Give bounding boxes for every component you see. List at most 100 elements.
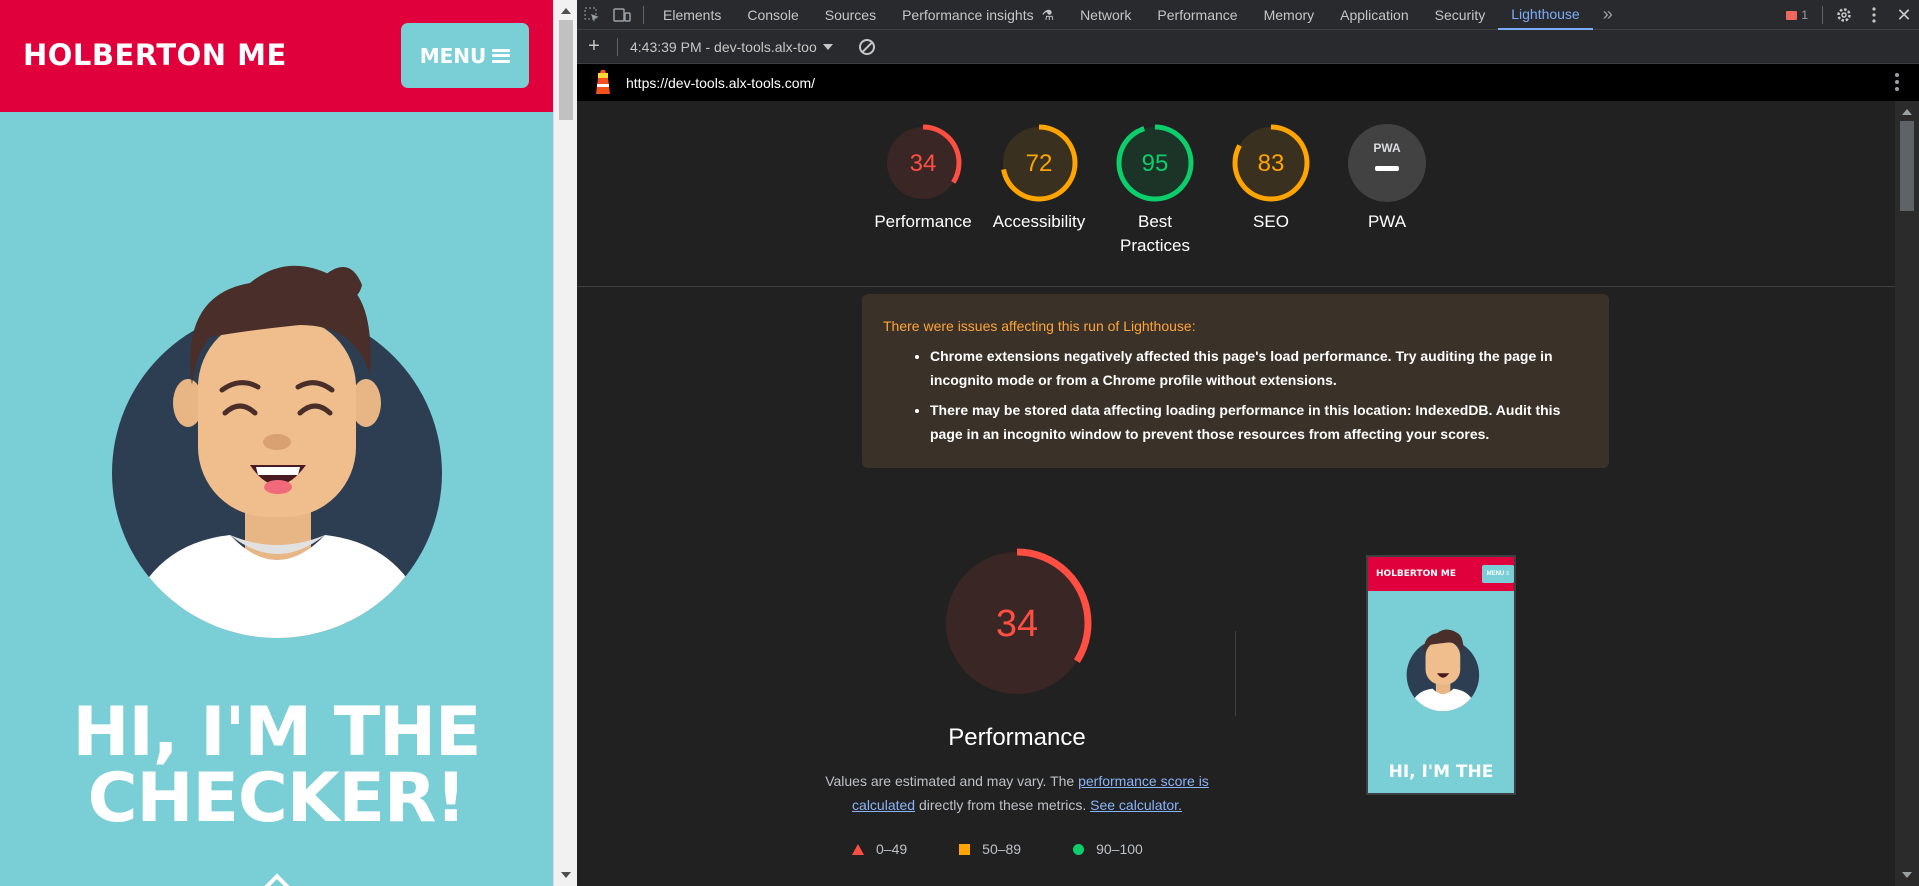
score-gauges: 34 Performance 72 Accessibility 95 Best …: [577, 101, 1895, 287]
report-url-bar: https://dev-tools.alx-tools.com/: [577, 64, 1919, 101]
toolbar-separator: [617, 37, 618, 56]
site-preview: HOLBERTON ME MENU HI, I'M THE CHECKER!: [0, 0, 553, 886]
gauge-performance[interactable]: 34 Performance: [863, 124, 983, 234]
legend-average: 50–89: [959, 841, 1021, 857]
tab-network[interactable]: Network: [1067, 0, 1144, 30]
gauge-best-practices-ring: 95: [1116, 124, 1194, 202]
pwa-badge-icon: PWA: [1348, 124, 1426, 202]
thumb-menu: MENU ≡: [1482, 565, 1514, 583]
warning-item: Chrome extensions negatively affected th…: [930, 344, 1590, 392]
thumb-avatar: [1406, 629, 1480, 712]
flask-icon: ⚗: [1041, 6, 1055, 23]
scroll-down-icon[interactable]: [561, 872, 571, 878]
report-menu-icon[interactable]: [1895, 73, 1899, 91]
orange-square-icon: [959, 843, 971, 855]
thumb-logo: HOLBERTON ME: [1376, 569, 1457, 579]
device-toolbar-icon[interactable]: [607, 0, 637, 30]
settings-gear-icon[interactable]: [1829, 0, 1859, 30]
gauge-seo-ring: 83: [1232, 124, 1310, 202]
lighthouse-toolbar: + 4:43:39 PM - dev-tools.alx-too: [577, 30, 1919, 64]
red-triangle-icon: [852, 843, 864, 855]
gauge-seo[interactable]: 83 SEO: [1211, 124, 1331, 234]
more-tabs-icon[interactable]: »: [1593, 0, 1623, 30]
perf-desc-middle: directly from these metrics.: [915, 797, 1091, 813]
legend-pass-label: 90–100: [1096, 841, 1143, 857]
warning-heading: There were issues affecting this run of …: [883, 318, 1196, 334]
performance-gauge-large: 34: [942, 548, 1092, 698]
thumb-header: HOLBERTON ME MENU ≡: [1368, 557, 1514, 591]
scroll-down-icon[interactable]: [1902, 872, 1912, 878]
legend-fail-label: 0–49: [876, 841, 908, 857]
kebab-menu-icon[interactable]: [1859, 0, 1889, 30]
report-scrollbar[interactable]: [1895, 101, 1919, 886]
site-scrollbar[interactable]: [553, 0, 577, 886]
pwa-badge-text: PWA: [1373, 141, 1401, 155]
vertical-divider: [1235, 631, 1236, 716]
avatar-illustration: [100, 255, 455, 645]
tab-performance-insights[interactable]: Performance insights ⚗: [889, 0, 1067, 30]
tab-elements[interactable]: Elements: [650, 0, 734, 30]
tab-security[interactable]: Security: [1422, 0, 1499, 30]
performance-description: Values are estimated and may vary. The p…: [822, 769, 1212, 817]
gauge-best-practices-score: 95: [1142, 150, 1169, 177]
tab-separator: [643, 5, 644, 24]
see-calculator-link[interactable]: See calculator.: [1090, 797, 1182, 813]
gauge-best-practices-label: Best Practices: [1120, 212, 1190, 255]
gauge-accessibility-ring: 72: [1000, 124, 1078, 202]
tab-performance-insights-label: Performance insights: [902, 6, 1034, 23]
gauge-performance-score: 34: [910, 150, 937, 177]
gauge-accessibility-label: Accessibility: [992, 212, 1086, 231]
gauge-performance-label: Performance: [874, 212, 972, 231]
gauge-best-practices[interactable]: 95 Best Practices: [1095, 124, 1215, 258]
tab-performance[interactable]: Performance: [1144, 0, 1250, 30]
close-icon[interactable]: ✕: [1889, 0, 1919, 30]
green-circle-icon: [1073, 843, 1085, 855]
legend-pass: 90–100: [1073, 841, 1143, 857]
site-logo[interactable]: HOLBERTON ME: [23, 38, 287, 72]
tab-separator: [1822, 6, 1823, 24]
issues-count: 1: [1801, 8, 1808, 22]
hero-title-line-2: CHECKER!: [87, 759, 467, 838]
tab-application[interactable]: Application: [1327, 0, 1422, 30]
legend-average-label: 50–89: [982, 841, 1022, 857]
gauge-seo-label: SEO: [1253, 212, 1289, 231]
report-url[interactable]: https://dev-tools.alx-tools.com/: [626, 75, 815, 91]
scrollbar-thumb[interactable]: [559, 20, 573, 120]
site-header: HOLBERTON ME MENU: [0, 0, 553, 112]
performance-title: Performance: [948, 724, 1086, 751]
clear-reports-icon[interactable]: [858, 38, 875, 55]
inspect-element-icon[interactable]: [577, 0, 607, 30]
lighthouse-report: 34 Performance 72 Accessibility 95 Best …: [577, 101, 1895, 886]
tab-console[interactable]: Console: [734, 0, 811, 30]
final-screenshot-thumbnail[interactable]: HOLBERTON ME MENU ≡ HI, I'M THE: [1366, 555, 1516, 795]
tab-lighthouse[interactable]: Lighthouse: [1498, 0, 1593, 30]
scroll-up-icon[interactable]: [1902, 109, 1912, 115]
report-selector[interactable]: 4:43:39 PM - dev-tools.alx-too: [624, 39, 839, 55]
issues-badge[interactable]: 1: [1778, 8, 1816, 22]
perf-desc-prefix: Values are estimated and may vary. The: [825, 773, 1079, 789]
lighthouse-logo-icon: [592, 69, 614, 96]
gauge-accessibility[interactable]: 72 Accessibility: [979, 124, 1099, 234]
hero-title: HI, I'M THE CHECKER!: [0, 699, 553, 838]
tab-sources[interactable]: Sources: [812, 0, 889, 30]
scrollbar-thumb[interactable]: [1900, 121, 1914, 211]
gauge-performance-ring: 34: [884, 124, 962, 202]
scroll-up-arrow-icon[interactable]: [261, 873, 293, 886]
tab-memory[interactable]: Memory: [1251, 0, 1328, 30]
menu-button[interactable]: MENU: [401, 23, 529, 88]
warning-item: There may be stored data affecting loadi…: [930, 398, 1590, 446]
gauge-pwa[interactable]: PWA PWA: [1327, 124, 1447, 234]
warning-list: Chrome extensions negatively affected th…: [930, 344, 1590, 452]
screen: HOLBERTON ME MENU HI, I'M THE CHECKER! E…: [0, 0, 1919, 886]
chevron-down-icon: [822, 43, 833, 50]
hamburger-icon: [492, 48, 511, 63]
run-warnings-box: There were issues affecting this run of …: [862, 294, 1609, 468]
legend-fail: 0–49: [852, 841, 907, 857]
devtools-tabbar: Elements Console Sources Performance ins…: [577, 0, 1919, 30]
scroll-up-icon[interactable]: [561, 8, 571, 14]
score-legend: 0–49 50–89 90–100: [852, 841, 1195, 857]
thumb-hero: HI, I'M THE: [1388, 762, 1494, 782]
issue-flag-icon: [1786, 10, 1798, 20]
devtools-panel: Elements Console Sources Performance ins…: [577, 0, 1919, 886]
new-report-plus-icon[interactable]: +: [577, 30, 611, 64]
